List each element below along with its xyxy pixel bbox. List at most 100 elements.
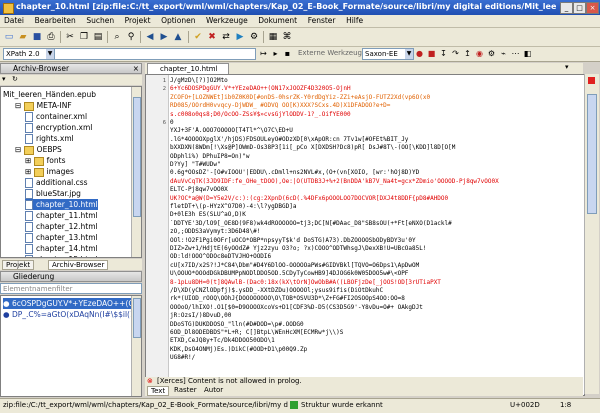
tree-item[interactable]: chapter_13.html: [25, 232, 98, 243]
play-icon[interactable]: ▸: [270, 48, 281, 59]
outline-scrollbar[interactable]: [131, 296, 141, 396]
menu-datei[interactable]: Datei: [0, 15, 28, 27]
element-filter-input[interactable]: Elementnamenfilter: [0, 283, 142, 294]
xpath-input[interactable]: [54, 48, 256, 60]
saxon-select[interactable]: Saxon-EE ▼: [362, 48, 414, 60]
code-line[interactable]: /D\XD(yCNZlODpfj)$.ysDD_-XXtDZDu)OOOOOl;…: [170, 287, 570, 295]
error-marker-icon[interactable]: [588, 77, 595, 84]
code-line[interactable]: .lG*4OOOOXpglX'/hjDS)FDSOULeyO#ODzXD[0\x…: [170, 136, 570, 144]
tree-item[interactable]: chapter_12.html: [25, 221, 98, 232]
configure-scenario-icon[interactable]: ⚙: [248, 31, 260, 43]
code-line[interactable]: dAuVvCqTK(3JD9IDF:fe_OHe_tDOO),Oe:|O(UTD…: [170, 178, 570, 186]
code-line[interactable]: OOOoO/lhIXO!.O1[$0=D9OOOOXcoVs+D1[CDF3%D…: [170, 304, 570, 312]
code-line[interactable]: ODphli%) DPhuIP8=On)"w: [170, 153, 570, 161]
stop-icon[interactable]: ▪: [282, 48, 293, 59]
tree-root[interactable]: Mit_leeren_Händen.epub: [3, 89, 96, 100]
code-line[interactable]: U\OOUO*OOOdDGkDBUMPpNODlDDO5OD.5CDyTyCow…: [170, 270, 570, 278]
transform-icon[interactable]: ⇄: [220, 31, 232, 43]
code-line[interactable]: `DDTYE'3D/lO9[_OE8D(9F8)wk4dROOOOOO=tj3;…: [170, 220, 570, 228]
search-icon[interactable]: ⌕: [111, 31, 123, 43]
code-line[interactable]: zO,;ODDS3aVymyt:3D6D48\#!: [170, 228, 570, 236]
tab-project[interactable]: Projekt: [2, 260, 35, 270]
tree-scrollbar[interactable]: [131, 87, 141, 257]
cut-icon[interactable]: ✂: [64, 31, 76, 43]
debug-settings-icon[interactable]: ⚙: [486, 48, 497, 59]
code-line[interactable]: 0.6g*OOsDZ'-[O#vIOOU'|EDDU\.cDmll+ns2NVL…: [170, 169, 570, 177]
tree-item[interactable]: ⊟ META-INF: [15, 100, 72, 111]
tree-item[interactable]: chapter_10.html: [25, 199, 98, 210]
menu-bearbeiten[interactable]: Bearbeiten: [31, 15, 80, 27]
tree-item[interactable]: rights.xml: [25, 133, 74, 144]
code-line[interactable]: D?Yy] "T#WUDw": [170, 161, 570, 169]
code-editor[interactable]: 1 J/gMzD\[?)]O2Mto 2 6+Yc6DOSPDgGUY.V*+YEze…: [145, 74, 585, 396]
code-line[interactable]: ZCOFO+[LOZNWEt]ib0Z0K0D[#onDS-0hsrZK-Y0r…: [170, 94, 570, 102]
code-line[interactable]: DIZ>Zw+1/HdjtE(6yOOdZ# Yjz2zyu O3?o; ?x)…: [170, 245, 570, 253]
copy-icon[interactable]: ❐: [78, 31, 90, 43]
grid-icon[interactable]: ▦: [267, 31, 279, 43]
menu-werkzeuge[interactable]: Werkzeuge: [202, 15, 252, 27]
tab-autor[interactable]: Autor: [201, 386, 226, 394]
editor-scroll-thumb[interactable]: [587, 94, 597, 214]
code-line[interactable]: s.c008o0qs8;D0/OcOO-ZSs¥$»cvsGjYlODDV-1?…: [170, 111, 570, 119]
expand-icon[interactable]: ⊞: [25, 167, 34, 176]
up-arrow-icon[interactable]: ▲: [172, 31, 184, 43]
code-line[interactable]: 8-1pLu8DH=0(t]8QAwlB-(Dac0:18x(kX\tOrN]O…: [170, 279, 570, 287]
code-line[interactable]: 6OD_Dl8ODEDBDS"*L+R; C[]BtpL\WEnHcXM[ECM…: [170, 329, 570, 337]
tree-item[interactable]: chapter_15.html: [25, 254, 98, 257]
code-line[interactable]: UG8#R!/: [170, 354, 570, 362]
code-line[interactable]: KDK,DsO4ONMj)Es.)DikC(#OOD+D1\p00Q9.Zp: [170, 346, 570, 354]
code-line[interactable]: rk*(UIOD_rOOQ\OOhJ{DOOOOOOOO\O\TOB*OSVU3…: [170, 295, 570, 303]
debug-stop-icon[interactable]: ■: [426, 48, 437, 59]
code-line[interactable]: DDoSTG)DUKDDOSO_"lln(#D#DOD=\p#.OODG0: [170, 321, 570, 329]
outline-item[interactable]: ● DP_.C%=aGtO(xDAqNn(I#\$$il(1: [3, 309, 131, 320]
tab-list-icon[interactable]: ▾: [565, 63, 569, 71]
code-line[interactable]: YXJ+3F'Å.OOO7OOOOO[T4Tl*^\O7C\ÉD+U: [170, 127, 570, 135]
external-tools-label[interactable]: Externe Werkzeuge: [298, 49, 366, 57]
step-out-icon[interactable]: ↥: [462, 48, 473, 59]
code-line[interactable]: J/gMzD\[?)]O2Mto: [170, 77, 570, 85]
print-icon[interactable]: ⎙: [45, 31, 57, 43]
menu-optionen[interactable]: Optionen: [157, 15, 199, 27]
apply-scenario-icon[interactable]: ▶: [234, 31, 246, 43]
tree-item[interactable]: blueStar.jpg: [25, 188, 81, 199]
arrow-icon[interactable]: ↦: [258, 48, 269, 59]
menu-hilfe[interactable]: Hilfe: [342, 15, 367, 27]
code-line[interactable]: OOl:!O2F1Pgi0OFr[uOCO*OBP*npsyyT$k'd DoS…: [170, 237, 570, 245]
expand-icon[interactable]: ▾: [2, 75, 6, 83]
open-folder-icon[interactable]: ▰: [17, 31, 29, 43]
tree-item[interactable]: ⊞ images: [25, 166, 74, 177]
editor-vertical-scrollbar[interactable]: [584, 74, 599, 394]
tab-archive-browser[interactable]: Archiv-Browser: [48, 260, 109, 270]
code-line[interactable]: OD:ld!OOO^ODOc8eDTVJHO+OODI6: [170, 253, 570, 261]
collapse-icon[interactable]: ⊟: [15, 145, 24, 154]
profile-icon[interactable]: ⌁: [498, 48, 509, 59]
collapse-icon[interactable]: ⊟: [15, 101, 24, 110]
view-icon[interactable]: ◧: [522, 48, 533, 59]
code-line[interactable]: 0: [170, 119, 570, 127]
menu-fenster[interactable]: Fenster: [304, 15, 340, 27]
expand-icon[interactable]: ⊞: [25, 156, 34, 165]
new-file-icon[interactable]: ▭: [3, 31, 15, 43]
code-line[interactable]: ETXD,CeJQ8y+Tc/Dk4DDOO50ODO\1: [170, 337, 570, 345]
code-line[interactable]: 6+Yc6DOSPDgGUY.V*+YEzeDAO++(ON17xJOOZF4D…: [170, 85, 570, 93]
step-over-icon[interactable]: ↷: [450, 48, 461, 59]
tree-item[interactable]: additional.css: [25, 177, 88, 188]
tree-item[interactable]: chapter_11.html: [25, 210, 98, 221]
tree-item[interactable]: ⊞ fonts: [25, 155, 66, 166]
validate-icon[interactable]: ✔: [192, 31, 204, 43]
tree-item[interactable]: ⊟ OEBPS: [15, 144, 62, 155]
trace-icon[interactable]: ⋯: [510, 48, 521, 59]
menu-dokument[interactable]: Dokument: [254, 15, 301, 27]
minimize-button[interactable]: _: [560, 2, 573, 14]
find-replace-icon[interactable]: ⚲: [125, 31, 137, 43]
code-line[interactable]: RD085/OOrdH0vvqcy-DjWDW_ #ODVQ OO[K)XXX?…: [170, 102, 570, 110]
tree-scroll-thumb[interactable]: [133, 97, 141, 217]
maximize-button[interactable]: □: [573, 2, 586, 14]
menu-projekt[interactable]: Projekt: [121, 15, 155, 27]
step-into-icon[interactable]: ↧: [438, 48, 449, 59]
refresh-icon[interactable]: ↻: [12, 75, 18, 83]
code-line[interactable]: jR:OzsI/)8DvuD,00: [170, 312, 570, 320]
tab-raster[interactable]: Raster: [171, 386, 200, 394]
code-line[interactable]: ELTC-Pj8qw7vOO0X: [170, 186, 570, 194]
check-wellformed-icon[interactable]: ✖: [206, 31, 218, 43]
